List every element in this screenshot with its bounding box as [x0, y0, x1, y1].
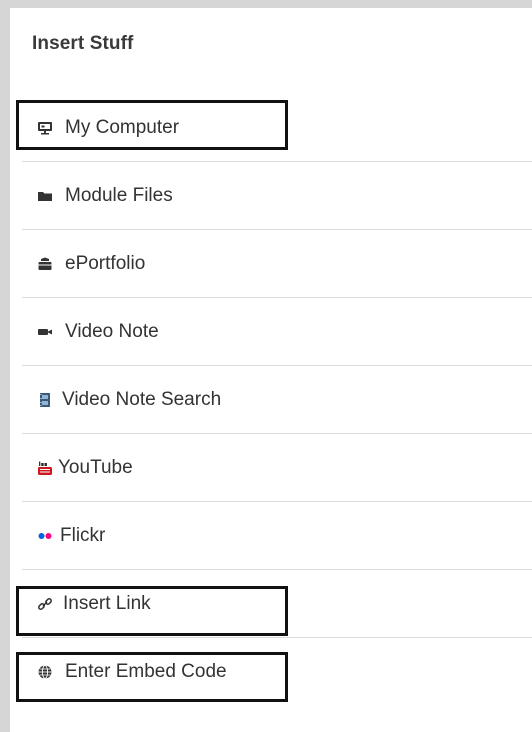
youtube-icon [36, 459, 54, 477]
source-item-label: Flickr [60, 525, 106, 546]
video-camera-icon [36, 323, 54, 341]
source-item-label: My Computer [65, 117, 180, 138]
window-top-border [0, 0, 532, 8]
source-item-youtube[interactable]: YouTube [22, 434, 532, 502]
insert-stuff-panel: Insert Stuff My Computer Module Files eP… [10, 8, 532, 732]
source-item-flickr[interactable]: Flickr [22, 502, 532, 570]
link-icon [36, 595, 54, 613]
film-icon [36, 391, 54, 409]
globe-icon [36, 663, 54, 681]
source-item-label: ePortfolio [65, 253, 146, 274]
window-left-border [0, 0, 10, 732]
source-item-label: Enter Embed Code [65, 661, 227, 682]
source-item-label: Video Note [65, 321, 159, 342]
source-item-module-files[interactable]: Module Files [22, 162, 532, 230]
flickr-icon [36, 527, 54, 545]
source-item-my-computer[interactable]: My Computer [22, 94, 532, 162]
panel-title: Insert Stuff [32, 33, 134, 54]
source-item-label: Module Files [65, 185, 173, 206]
source-item-video-note-search[interactable]: Video Note Search [22, 366, 532, 434]
briefcase-icon [36, 255, 54, 273]
folder-icon [36, 187, 54, 205]
source-item-eportfolio[interactable]: ePortfolio [22, 230, 532, 298]
source-item-label: YouTube [58, 457, 133, 478]
source-item-enter-embed-code[interactable]: Enter Embed Code [22, 638, 532, 706]
monitor-icon [36, 119, 54, 137]
source-item-label: Insert Link [63, 593, 151, 614]
source-item-label: Video Note Search [62, 389, 222, 410]
source-item-insert-link[interactable]: Insert Link [22, 570, 532, 638]
source-item-video-note[interactable]: Video Note [22, 298, 532, 366]
